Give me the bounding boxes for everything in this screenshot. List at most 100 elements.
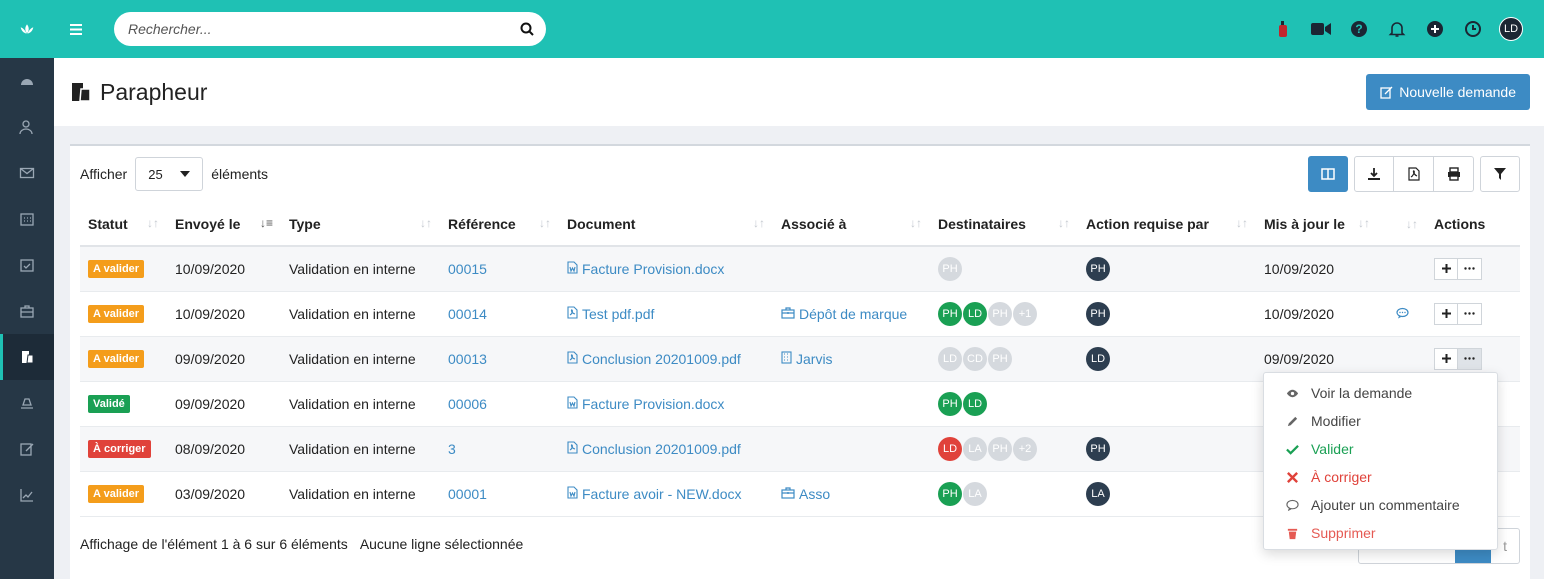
sent-date: 09/09/2020 <box>167 336 281 382</box>
edit-icon <box>20 443 34 456</box>
selection-info: Aucune ligne sélectionnée <box>359 536 524 552</box>
associated-link[interactable]: Asso <box>781 486 830 502</box>
add-action-button[interactable] <box>1434 302 1458 325</box>
col-sent[interactable]: Envoyé le ↓≡ <box>167 202 281 247</box>
filter-button[interactable] <box>1480 156 1520 192</box>
sidebar-item-parapheur[interactable] <box>0 334 54 380</box>
timer-button[interactable] <box>1454 10 1492 48</box>
document-link[interactable]: Facture avoir - NEW.docx <box>567 486 742 502</box>
document-link[interactable]: Test pdf.pdf <box>567 306 654 322</box>
col-status[interactable]: Statut ↓↑ <box>80 202 167 247</box>
sidebar-item-cases[interactable] <box>0 288 54 334</box>
table-row[interactable]: A valider 10/09/2020 Validation en interne… <box>80 246 1520 292</box>
dropdown-item-voir-la-demande[interactable]: Voir la demande <box>1264 379 1497 407</box>
reference-link[interactable]: 00001 <box>448 486 487 502</box>
question-circle-icon: ? <box>1351 21 1367 37</box>
col-document[interactable]: Document ↓↑ <box>559 202 773 247</box>
sidebar-item-stats[interactable] <box>0 472 54 518</box>
page-length-value: 25 <box>148 166 163 182</box>
caret-down-icon <box>180 171 191 177</box>
export-pdf-button[interactable] <box>1394 156 1434 192</box>
col-action-by[interactable]: Action requise par ↓↑ <box>1078 202 1256 247</box>
comment-icon[interactable] <box>1395 307 1409 319</box>
download-button[interactable] <box>1354 156 1394 192</box>
row-actions-dropdown: Voir la demande Modifier Valider À corriger… <box>1263 372 1498 550</box>
add-action-button[interactable] <box>1434 347 1458 370</box>
add-button[interactable] <box>1416 10 1454 48</box>
add-action-button[interactable] <box>1434 257 1458 280</box>
recipient-avatar: PH <box>938 256 962 281</box>
col-comment[interactable]: ↓↑ <box>1378 202 1426 247</box>
col-updated[interactable]: Mis à jour le ↓↑ <box>1256 202 1378 247</box>
brand-logo[interactable] <box>0 0 54 58</box>
recipient-avatar: PH <box>938 391 962 416</box>
plus-icon <box>1441 354 1451 363</box>
row-actions <box>1434 257 1482 280</box>
sidebar-item-calendar[interactable] <box>0 196 54 242</box>
columns-button[interactable] <box>1308 156 1348 192</box>
user-menu[interactable]: LD <box>1492 10 1530 48</box>
sent-date: 09/09/2020 <box>167 381 281 427</box>
sent-date: 03/09/2020 <box>167 471 281 517</box>
clock-icon <box>1465 21 1481 37</box>
document-link[interactable]: Facture Provision.docx <box>567 396 724 412</box>
dropdown-item-ajouter-un-commentaire[interactable]: Ajouter un commentaire <box>1264 491 1497 519</box>
dropdown-item-à-corriger[interactable]: À corriger <box>1264 463 1497 491</box>
extinguisher-button[interactable] <box>1264 10 1302 48</box>
sidebar-item-mail[interactable] <box>0 150 54 196</box>
sidebar-item-tasks[interactable] <box>0 242 54 288</box>
page-length-select[interactable]: 25 <box>135 157 204 191</box>
sidebar-item-notes[interactable] <box>0 426 54 472</box>
dropdown-item-valider[interactable]: Valider <box>1264 435 1497 463</box>
document-link[interactable]: Conclusion 20201009.pdf <box>567 441 741 457</box>
pencil-icon <box>1286 415 1299 428</box>
plus-circle-icon <box>1427 21 1443 37</box>
sidebar-item-contacts[interactable] <box>0 104 54 150</box>
document-link[interactable]: Conclusion 20201009.pdf <box>567 351 741 367</box>
dropdown-item-supprimer[interactable]: Supprimer <box>1264 519 1497 547</box>
pdf-file-icon <box>1407 167 1420 181</box>
new-request-button[interactable]: Nouvelle demande <box>1366 74 1530 110</box>
reference-link[interactable]: 00014 <box>448 306 487 322</box>
search-icon[interactable] <box>520 22 534 36</box>
reference-link[interactable]: 00015 <box>448 261 487 277</box>
sidebar-item-dashboard[interactable] <box>0 58 54 104</box>
search-input[interactable] <box>128 21 520 37</box>
print-button[interactable] <box>1434 156 1474 192</box>
eye-icon <box>1286 387 1299 400</box>
associated-link[interactable]: Jarvis <box>781 351 833 367</box>
recipient-avatar: LD <box>938 346 962 371</box>
recipients: PH LD <box>930 381 1078 427</box>
reference-link[interactable]: 3 <box>448 441 456 457</box>
col-type[interactable]: Type ↓↑ <box>281 202 440 247</box>
reference-link[interactable]: 00006 <box>448 396 487 412</box>
more-actions-button[interactable] <box>1458 347 1482 370</box>
row-actions <box>1434 302 1482 325</box>
status-badge: A valider <box>88 305 145 323</box>
dropdown-item-modifier[interactable]: Modifier <box>1264 407 1497 435</box>
sent-date: 08/09/2020 <box>167 426 281 472</box>
col-recipients[interactable]: Destinataires ↓↑ <box>930 202 1078 247</box>
more-actions-button[interactable] <box>1458 302 1482 325</box>
sidebar-item-invoices[interactable] <box>0 380 54 426</box>
top-bar: ? LD <box>54 0 1544 58</box>
recipient-avatar: CD <box>963 346 987 371</box>
signature-book-icon <box>72 83 91 102</box>
help-button[interactable]: ? <box>1340 10 1378 48</box>
recipient-avatar: +2 <box>1013 436 1037 461</box>
reference-link[interactable]: 00013 <box>448 351 487 367</box>
more-actions-button[interactable] <box>1458 257 1482 280</box>
col-reference[interactable]: Référence ↓↑ <box>440 202 559 247</box>
document-link[interactable]: Facture Provision.docx <box>567 261 724 277</box>
action-by-avatar: PH <box>1086 301 1110 326</box>
menu-toggle[interactable] <box>54 23 98 35</box>
notifications-button[interactable] <box>1378 10 1416 48</box>
table-row[interactable]: A valider 10/09/2020 Validation en interne… <box>80 291 1520 337</box>
associated-link[interactable]: Dépôt de marque <box>781 306 907 322</box>
trash-icon <box>1286 527 1299 540</box>
recipient-avatar: LA <box>963 481 987 506</box>
word-file-icon <box>567 261 578 277</box>
video-button[interactable] <box>1302 10 1340 48</box>
col-associated[interactable]: Associé à ↓↑ <box>773 202 930 247</box>
briefcase-icon <box>20 305 34 318</box>
